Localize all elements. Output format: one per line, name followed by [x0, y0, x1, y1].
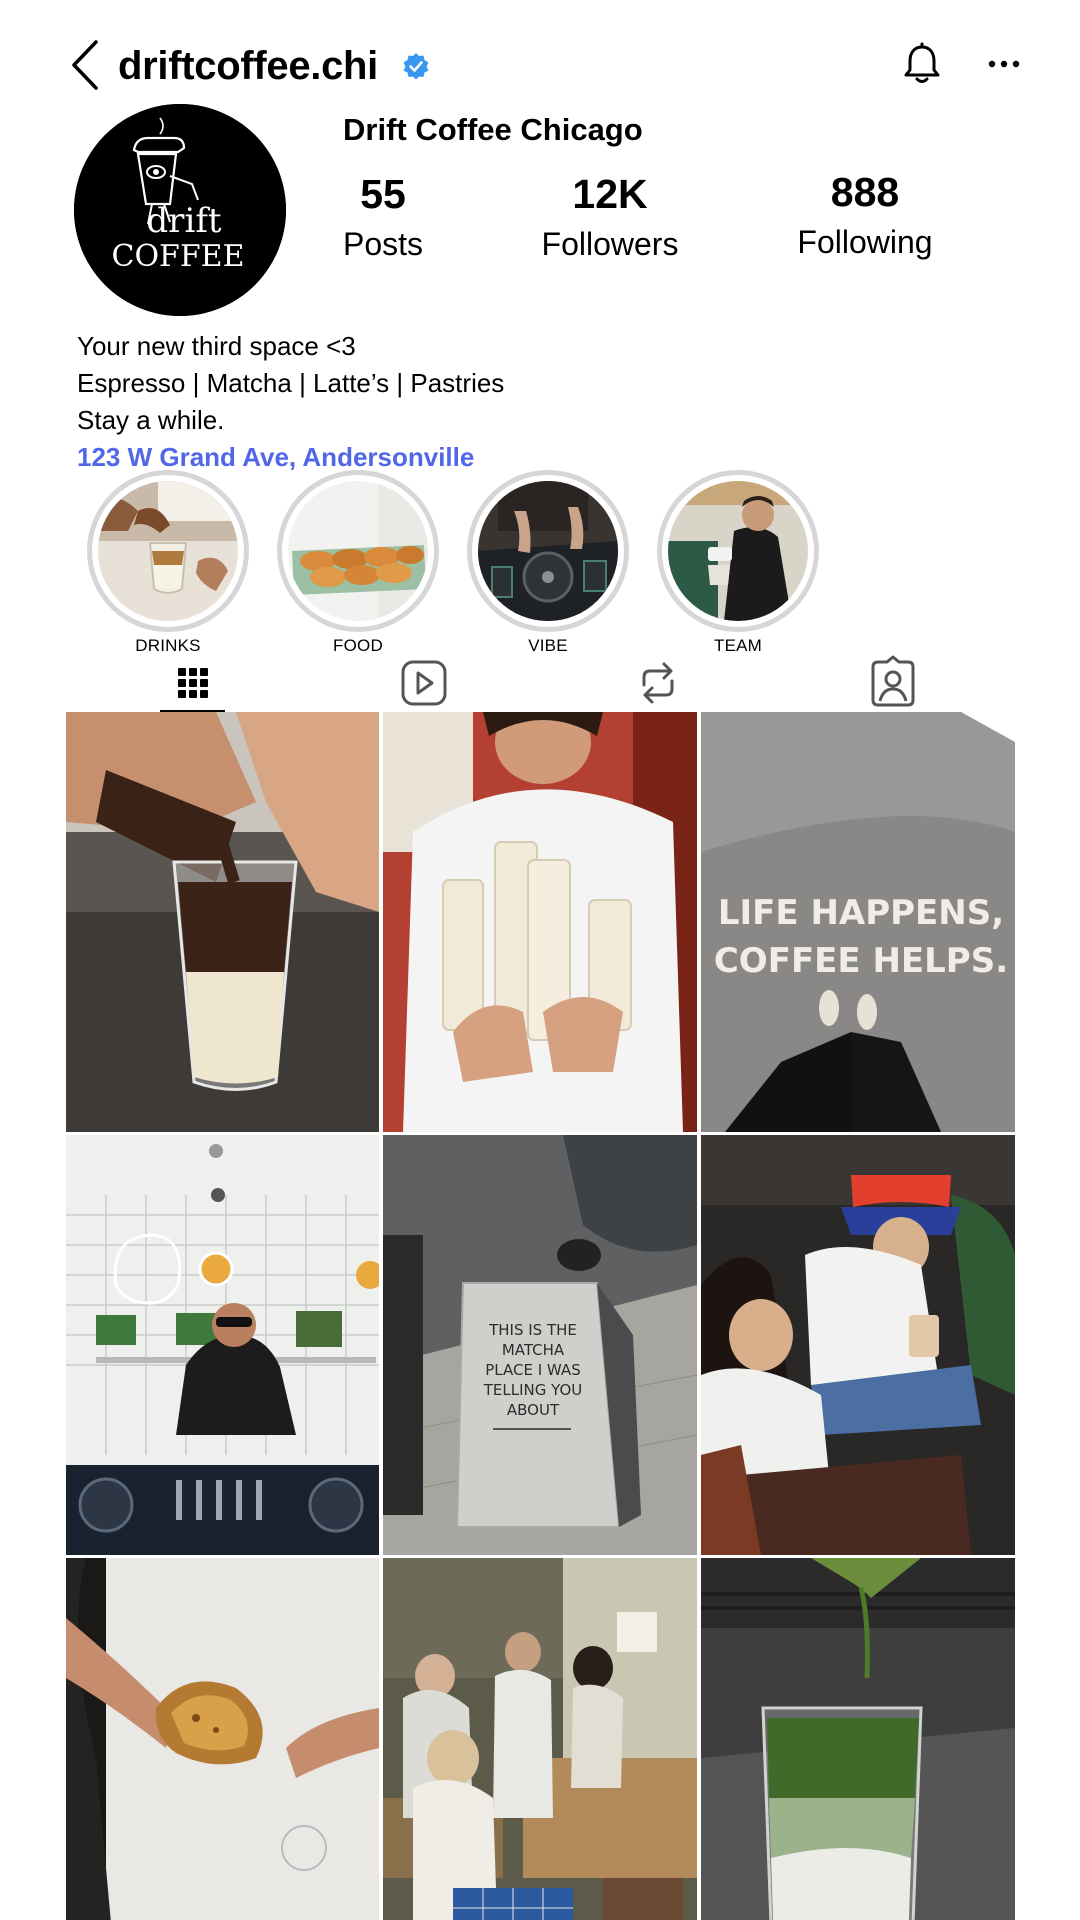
tagged-user-icon[interactable]	[863, 655, 923, 711]
post-sign-line2: COFFEE HELPS.	[714, 941, 1008, 981]
following-count[interactable]: 888 Following	[780, 168, 950, 262]
post-sign-text: MATCHA	[502, 1341, 565, 1359]
highlight-label: VIBE	[528, 636, 568, 655]
post-tile[interactable]	[66, 1558, 379, 1920]
highlight-label: DRINKS	[135, 636, 201, 655]
profile-tabs	[0, 655, 1080, 715]
highlight-vibe[interactable]: VIBE	[463, 470, 633, 656]
highlight-ring	[467, 470, 629, 632]
posts-grid: LIFE HAPPENS, COFFEE HELPS. THIS IS THE …	[66, 712, 1015, 1920]
posts-count-value: 55	[360, 171, 406, 217]
post-sign-text: TELLING YOU	[483, 1381, 583, 1399]
profile-display-name: Drift Coffee Chicago	[343, 112, 643, 147]
highlight-ring	[277, 470, 439, 632]
more-horizontal-icon[interactable]	[984, 52, 1024, 76]
post-tile[interactable]	[701, 1558, 1015, 1920]
followers-count-value: 12K	[572, 171, 648, 217]
highlight-drinks[interactable]: DRINKS	[83, 470, 253, 656]
post-tile[interactable]	[66, 712, 379, 1132]
repost-icon[interactable]	[628, 655, 688, 711]
highlight-ring	[657, 470, 819, 632]
following-count-value: 888	[830, 169, 900, 215]
profile-avatar[interactable]: drift COFFEE	[74, 104, 286, 316]
post-tile[interactable]	[383, 712, 697, 1132]
highlight-ring	[87, 470, 249, 632]
highlight-label: FOOD	[333, 636, 383, 655]
post-sign-text: PLACE I WAS	[485, 1361, 580, 1379]
following-count-label: Following	[797, 224, 933, 260]
post-tile[interactable]: LIFE HAPPENS, COFFEE HELPS.	[701, 712, 1015, 1132]
followers-count[interactable]: 12K Followers	[520, 170, 700, 264]
post-tile[interactable]	[66, 1135, 379, 1555]
post-sign-text: THIS IS THE	[488, 1321, 577, 1339]
avatar-brand-coffee: COFFEE	[112, 239, 245, 274]
post-sign-text: ABOUT	[507, 1401, 560, 1419]
highlight-label: TEAM	[713, 636, 763, 655]
post-tile[interactable]	[383, 1558, 697, 1920]
highlight-thumbnail	[288, 481, 428, 621]
post-sign-line1: LIFE HAPPENS,	[718, 893, 1004, 933]
highlight-thumbnail	[98, 481, 238, 621]
profile-bio: Your new third space <3 Espresso | Match…	[77, 328, 504, 476]
posts-count-label: Posts	[342, 226, 424, 262]
avatar-brand-drift: drift	[146, 201, 221, 241]
bio-line: Stay a while.	[77, 405, 225, 435]
followers-count-label: Followers	[541, 226, 679, 262]
grid-icon[interactable]	[163, 655, 223, 711]
highlight-thumbnail	[478, 481, 618, 621]
posts-count[interactable]: 55 Posts	[323, 170, 443, 264]
reels-icon[interactable]	[394, 655, 454, 711]
post-tile[interactable]: THIS IS THE MATCHA PLACE I WAS TELLING Y…	[383, 1135, 697, 1555]
chevron-left-icon[interactable]	[66, 38, 106, 92]
post-tile[interactable]	[701, 1135, 1015, 1555]
bio-line: Espresso | Matcha | Latte’s | Pastries	[77, 368, 505, 398]
highlight-food[interactable]: FOOD	[273, 470, 443, 656]
verified-badge-icon	[403, 53, 429, 80]
profile-screen: driftcoffee.chi drift COFFEE Drift Coffe…	[0, 0, 1080, 1920]
highlight-thumbnail	[668, 481, 808, 621]
highlight-team[interactable]: TEAM	[653, 470, 823, 656]
bell-icon[interactable]	[902, 42, 942, 86]
profile-username: driftcoffee.chi	[118, 44, 378, 88]
bio-line: Your new third space <3	[77, 331, 356, 361]
